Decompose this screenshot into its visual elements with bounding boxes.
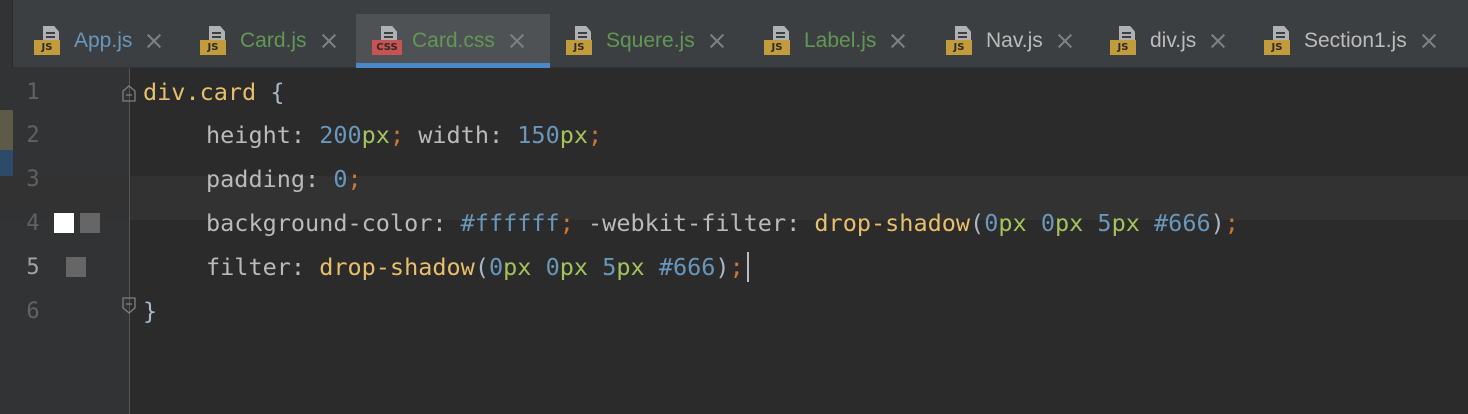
js-file-icon: JS <box>1110 26 1140 56</box>
tab-label: Section1.js <box>1304 29 1407 52</box>
tab-div-js[interactable]: JS div.js <box>1106 14 1256 68</box>
tab-nav-js[interactable]: JS Nav.js <box>942 14 1092 68</box>
tab-label: div.js <box>1150 29 1197 52</box>
close-icon[interactable] <box>321 33 337 49</box>
tab-label: App.js <box>74 29 133 52</box>
code-line-3[interactable]: 3 padding: 0; <box>0 157 1468 201</box>
close-icon[interactable] <box>1210 33 1226 49</box>
fold-open-icon[interactable] <box>121 84 137 102</box>
code-text: height: 200px; width: 150px; <box>206 121 603 149</box>
code-line-2[interactable]: 2 height: 200px; width: 150px; <box>0 113 1468 157</box>
tab-app-js[interactable]: JS App.js <box>30 14 185 68</box>
tab-label: Label.js <box>804 29 877 52</box>
code-text: padding: 0; <box>206 165 362 193</box>
code-line-4[interactable]: 4 background-color: #ffffff; -webkit-fil… <box>0 201 1468 245</box>
tab-label: Squere.js <box>606 29 695 52</box>
close-icon[interactable] <box>1421 33 1437 49</box>
tab-label: Card.css <box>412 29 495 52</box>
js-file-icon: JS <box>566 26 596 56</box>
close-icon[interactable] <box>146 33 162 49</box>
close-icon[interactable] <box>709 33 725 49</box>
tab-section1-js[interactable]: JS Section1.js <box>1260 14 1468 68</box>
js-file-icon: JS <box>200 26 230 56</box>
js-file-icon: JS <box>946 26 976 56</box>
close-icon[interactable] <box>890 33 906 49</box>
code-text: filter: drop-shadow(0px 0px 5px #666); <box>206 251 749 284</box>
code-text: div.card { <box>143 78 285 106</box>
tab-label: Nav.js <box>986 29 1043 52</box>
tab-squere-js[interactable]: JS Squere.js <box>562 14 742 68</box>
color-swatch-white[interactable] <box>54 213 74 233</box>
text-caret <box>746 251 749 282</box>
tab-card-js[interactable]: JS Card.js <box>196 14 351 68</box>
close-icon[interactable] <box>1057 33 1073 49</box>
close-icon[interactable] <box>509 33 525 49</box>
css-file-icon: CSS <box>372 26 402 56</box>
code-line-5[interactable]: 5 filter: drop-shadow(0px 0px 5px #666); <box>0 245 1468 289</box>
js-file-icon: JS <box>1264 26 1294 56</box>
line-number: 6 <box>26 299 40 324</box>
tab-label: Card.js <box>240 29 307 52</box>
js-file-icon: JS <box>34 26 64 56</box>
tab-bar-edge <box>0 0 13 68</box>
code-line-6[interactable]: 6 } <box>0 289 1468 333</box>
js-file-icon: JS <box>764 26 794 56</box>
tab-card-css[interactable]: CSS Card.css <box>356 14 550 68</box>
color-swatch-gray[interactable] <box>66 257 86 277</box>
tab-label-js[interactable]: JS Label.js <box>760 14 930 68</box>
code-text: background-color: #ffffff; -webkit-filte… <box>206 209 1239 237</box>
line-number: 4 <box>26 211 40 236</box>
code-line-1[interactable]: 1 div.card { <box>0 70 1468 114</box>
line-number: 1 <box>26 80 40 105</box>
line-number: 2 <box>26 123 40 148</box>
editor-tab-bar: JS App.js JS Card.js CSS Card.css JS Squ… <box>0 0 1468 68</box>
line-number: 3 <box>26 167 40 192</box>
fold-close-icon[interactable] <box>121 297 137 315</box>
line-number: 5 <box>26 255 40 280</box>
code-text: } <box>143 297 158 325</box>
color-swatch-gray[interactable] <box>80 213 100 233</box>
